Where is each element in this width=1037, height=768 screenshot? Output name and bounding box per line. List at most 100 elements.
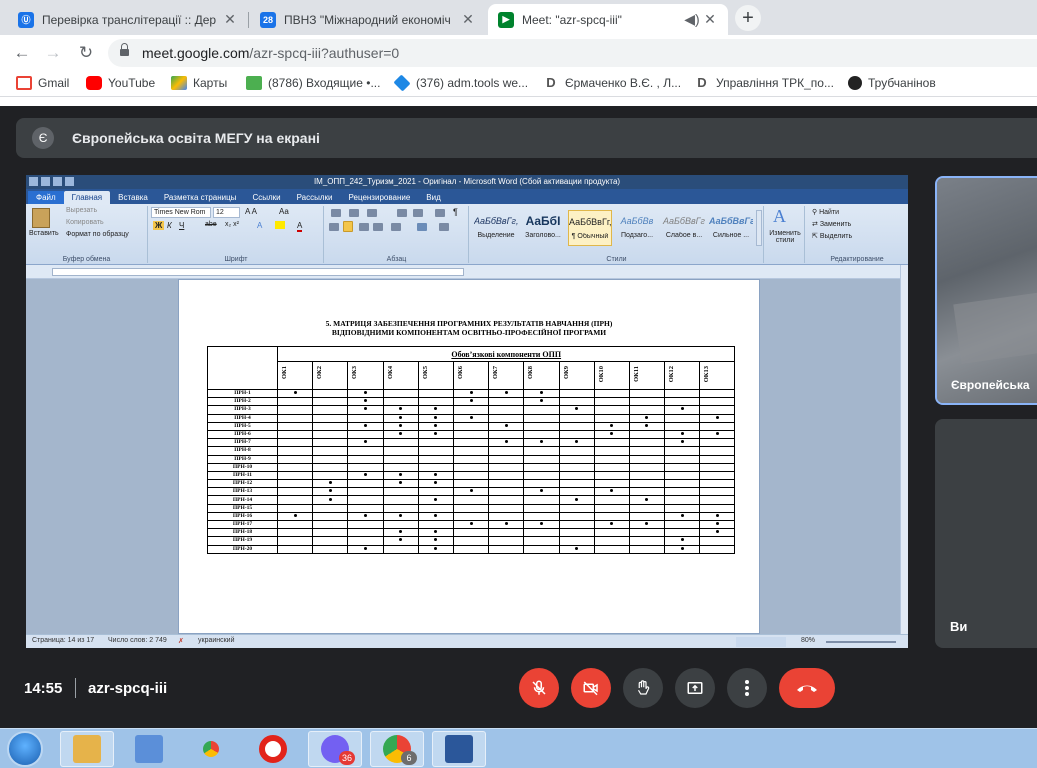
taskbar-chrome-profile[interactable]: 6 — [370, 731, 424, 767]
view-buttons[interactable] — [736, 637, 786, 647]
vertical-scrollbar[interactable] — [900, 265, 908, 634]
bookmark-trubchaninov[interactable]: Трубчанінов — [848, 76, 936, 90]
font-color-icon[interactable]: A — [297, 221, 303, 232]
decrease-indent-icon[interactable] — [397, 209, 407, 217]
tab-review[interactable]: Рецензирование — [341, 191, 419, 204]
close-icon[interactable]: ✕ — [702, 11, 718, 28]
tab-page-layout[interactable]: Разметка страницы — [156, 191, 245, 204]
replace-button[interactable]: ⇄ Заменить — [812, 220, 851, 228]
horizontal-ruler[interactable] — [26, 265, 908, 279]
tab-transliteration[interactable]: Ⓤ Перевірка транслітерації :: Дер ✕ — [8, 4, 248, 35]
zoom-slider[interactable] — [826, 641, 896, 643]
italic-icon[interactable]: К — [167, 221, 172, 230]
borders-icon[interactable] — [439, 223, 449, 231]
style-intense-emphasis[interactable]: АаБбВвГг Сильное ... — [709, 210, 753, 246]
bookmark-yermachenko[interactable]: D Єрмаченко В.Є. , Л... — [543, 76, 681, 90]
copy-button[interactable]: Копировать — [66, 219, 104, 226]
tab-view[interactable]: Вид — [418, 191, 448, 204]
taskbar-chrome[interactable] — [184, 731, 238, 767]
proofing-icon[interactable]: ✗ — [178, 637, 184, 645]
bookmark-maps[interactable]: Карты — [171, 76, 227, 90]
camera-off-button[interactable] — [571, 668, 611, 708]
taskbar-explorer[interactable] — [60, 731, 114, 767]
participant-tile-presenter[interactable]: Європейська — [935, 176, 1037, 405]
tab-file[interactable]: Файл — [28, 191, 64, 204]
url-input[interactable]: meet.google.com/azr-spcq-iii?authuser=0 — [108, 39, 1037, 67]
zoom-level[interactable]: 80% — [801, 637, 815, 644]
bookmark-trk[interactable]: D Управління ТРК_по... — [694, 76, 834, 90]
start-button[interactable] — [7, 731, 43, 767]
cut-button[interactable]: Вырезать — [66, 207, 97, 214]
align-right-icon[interactable] — [359, 223, 369, 231]
text-effects-icon[interactable]: A — [257, 221, 262, 230]
sort-icon[interactable] — [435, 209, 445, 217]
language[interactable]: украинский — [198, 637, 235, 644]
select-button[interactable]: ⇱ Выделить — [812, 232, 852, 240]
redo-icon[interactable] — [65, 177, 74, 186]
undo-icon[interactable] — [53, 177, 62, 186]
close-icon[interactable]: ✕ — [460, 11, 476, 28]
style-heading[interactable]: АаБбІ Заголово... — [521, 210, 565, 246]
save-icon[interactable] — [41, 177, 50, 186]
justify-icon[interactable] — [373, 223, 383, 231]
bookmark-inbox[interactable]: (8786) Входящие •... — [246, 76, 380, 90]
page-count[interactable]: Страница: 14 из 17 — [32, 637, 94, 644]
raise-hand-button[interactable] — [623, 668, 663, 708]
tab-insert[interactable]: Вставка — [110, 191, 156, 204]
back-icon[interactable]: ← — [12, 43, 32, 63]
taskbar-word[interactable] — [432, 731, 486, 767]
present-button[interactable] — [675, 668, 715, 708]
bullets-icon[interactable] — [331, 209, 341, 217]
styles-scroll[interactable] — [756, 210, 762, 246]
tab-university[interactable]: 28 ПВНЗ "Міжнародний економіч ✕ — [250, 4, 486, 35]
mic-off-button[interactable] — [519, 668, 559, 708]
align-center-icon[interactable] — [343, 221, 353, 232]
document-page[interactable]: 5. МАТРИЦЯ ЗАБЕЗПЕЧЕННЯ ПРОГРАМНИХ РЕЗУЛ… — [178, 279, 760, 634]
multilevel-icon[interactable] — [367, 209, 377, 217]
meeting-code[interactable]: azr-spcq-iii — [88, 680, 167, 697]
tab-meet[interactable]: ▶ Meet: "azr-spcq-iii" ◀) ✕ — [488, 4, 728, 35]
bold-icon[interactable]: Ж — [153, 221, 165, 230]
find-button[interactable]: ⚲ Найти — [812, 208, 839, 216]
paste-button[interactable]: Вставить — [29, 230, 59, 237]
taskbar-opera[interactable] — [246, 731, 300, 767]
change-styles-button[interactable]: Изменить стили — [766, 230, 804, 244]
participant-tile-self[interactable]: Ви — [935, 419, 1037, 648]
paste-icon[interactable] — [32, 208, 50, 228]
subscript-icon[interactable]: x₂ x² — [225, 221, 239, 228]
new-tab-button[interactable]: + — [735, 5, 761, 31]
line-spacing-icon[interactable] — [391, 223, 401, 231]
tab-mailings[interactable]: Рассылки — [289, 191, 341, 204]
more-options-button[interactable] — [727, 668, 767, 708]
tab-home[interactable]: Главная — [63, 191, 111, 204]
leave-call-button[interactable] — [779, 668, 835, 708]
style-normal[interactable]: АаБбВвГг, ¶ Обычный — [568, 210, 612, 246]
word-count[interactable]: Число слов: 2 749 — [108, 637, 167, 644]
change-styles-icon[interactable]: A — [773, 206, 786, 227]
speaker-icon[interactable]: ◀) — [682, 11, 702, 28]
taskbar-media[interactable] — [122, 731, 176, 767]
highlight-icon[interactable] — [275, 221, 285, 229]
reload-icon[interactable]: ↻ — [76, 43, 96, 63]
close-icon[interactable]: ✕ — [222, 11, 238, 28]
strikethrough-icon[interactable]: abe — [205, 221, 217, 228]
align-left-icon[interactable] — [329, 223, 339, 231]
bookmark-gmail[interactable]: Gmail — [16, 76, 69, 90]
style-subtle-emphasis[interactable]: АаБбВвГг Слабое в... — [662, 210, 706, 246]
font-size-select[interactable]: 12 — [213, 207, 240, 218]
forward-icon[interactable]: → — [43, 43, 63, 63]
pilcrow-icon[interactable]: ¶ — [453, 207, 458, 217]
grow-font-icon[interactable]: A A — [245, 207, 257, 216]
format-painter-button[interactable]: Формат по образцу — [66, 231, 129, 238]
style-emphasis[interactable]: АаБбВвГг, Выделение — [474, 210, 518, 246]
underline-icon[interactable]: Ч — [179, 221, 184, 230]
change-case-icon[interactable]: Aa — [279, 207, 289, 216]
tab-references[interactable]: Ссылки — [244, 191, 288, 204]
bookmark-admtools[interactable]: (376) adm.tools we... — [393, 74, 528, 92]
bookmark-youtube[interactable]: YouTube — [86, 76, 155, 90]
style-subtitle[interactable]: АаБбВв Подзаго... — [615, 210, 659, 246]
taskbar-viber[interactable]: 36 — [308, 731, 362, 767]
numbering-icon[interactable] — [349, 209, 359, 217]
shading-icon[interactable] — [417, 223, 427, 231]
font-name-select[interactable]: Times New Rom — [151, 207, 211, 218]
